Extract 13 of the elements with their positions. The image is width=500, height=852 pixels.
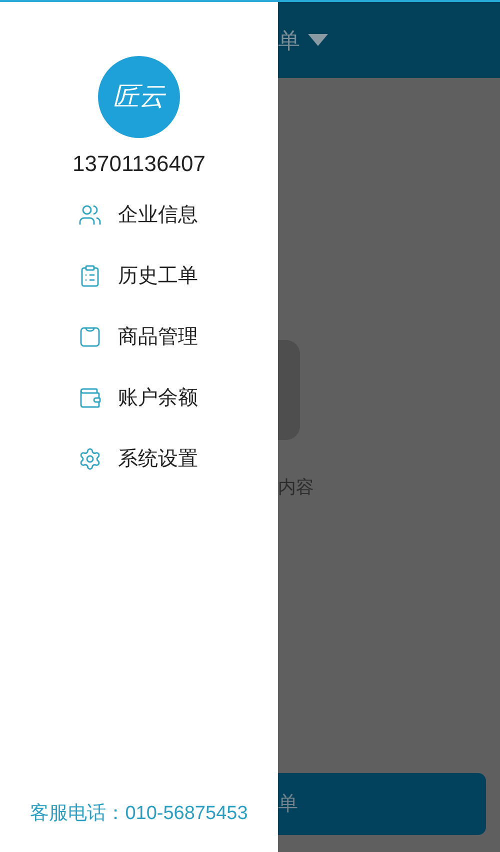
- menu-item[interactable]: 企业信息: [0, 184, 278, 245]
- phone-number: 13701136407: [72, 150, 206, 178]
- menu-item[interactable]: 系统设置: [0, 428, 278, 489]
- wallet-icon: [78, 386, 102, 410]
- menu-item[interactable]: 账户余额: [0, 367, 278, 428]
- bag-icon: [78, 324, 102, 348]
- menu-item[interactable]: 历史工单: [0, 245, 278, 306]
- menu-item[interactable]: 商品管理: [0, 306, 278, 367]
- empty-state-icon: [278, 340, 300, 440]
- settings-icon: [78, 446, 102, 470]
- logo: 匠云: [98, 56, 180, 138]
- caret-icon[interactable]: [308, 34, 328, 46]
- users-icon: [78, 202, 102, 226]
